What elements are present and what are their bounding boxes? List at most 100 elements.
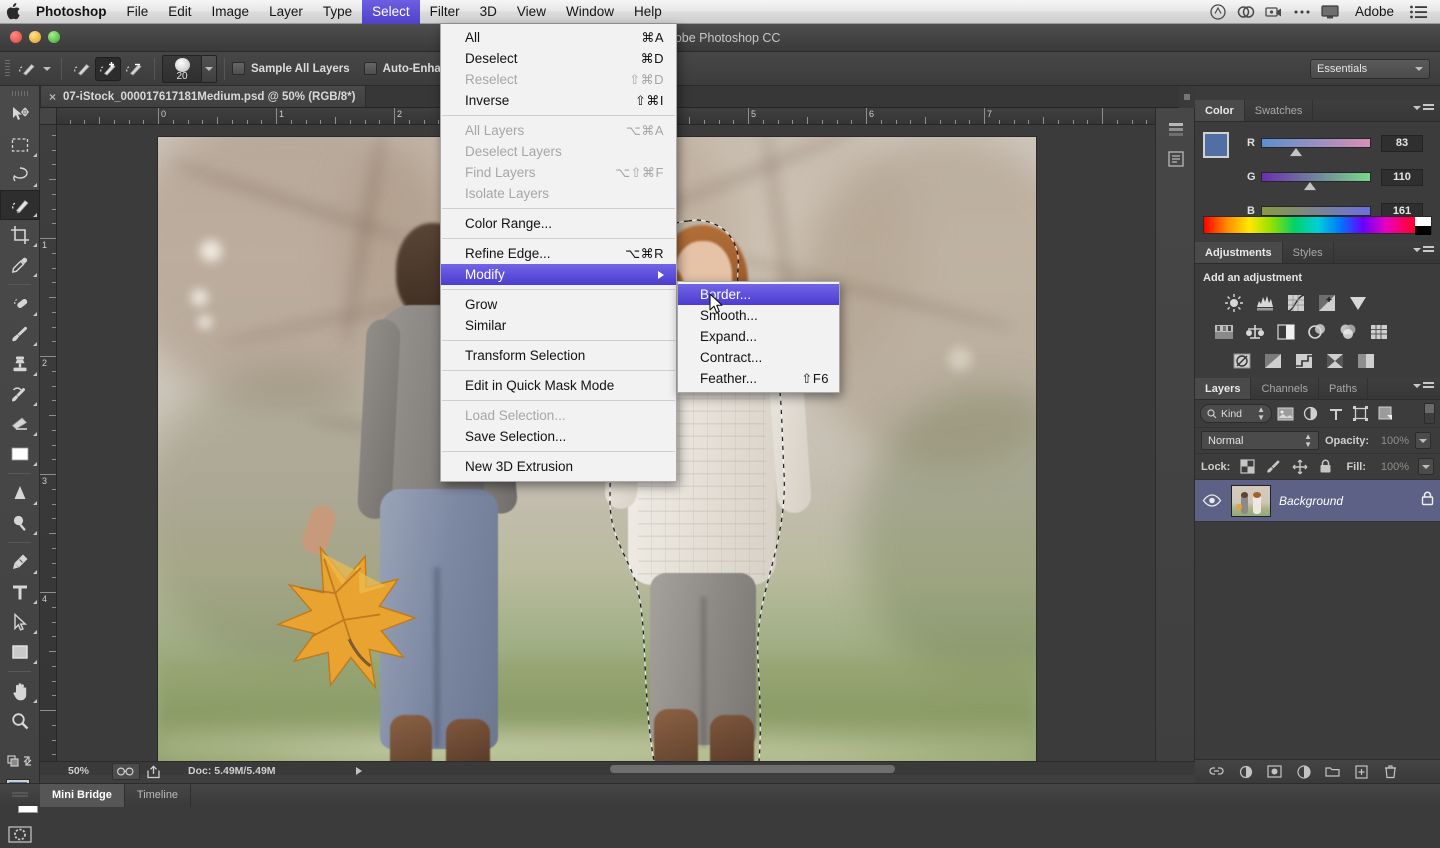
apple-logo-icon[interactable] [0, 0, 26, 24]
menu-photoshop[interactable]: Photoshop [26, 0, 117, 24]
menu-file[interactable]: File [117, 0, 159, 24]
tab-styles[interactable]: Styles [1283, 242, 1334, 263]
threshold-icon[interactable] [1293, 350, 1315, 372]
screen-record-icon[interactable] [1261, 0, 1287, 24]
layer-visibility-eye-icon[interactable] [1201, 490, 1223, 512]
submenu-item-smooth[interactable]: Smooth... [678, 305, 839, 326]
lock-position-icon[interactable] [1291, 458, 1308, 475]
selection-add-icon[interactable] [95, 57, 121, 81]
hand-tool[interactable] [0, 676, 40, 706]
tab-timeline[interactable]: Timeline [125, 784, 191, 807]
menu-3d[interactable]: 3D [470, 0, 507, 24]
close-icon[interactable]: × [49, 90, 56, 104]
zoom-tool[interactable] [0, 706, 40, 736]
adobe-menu-label[interactable]: Adobe [1345, 0, 1404, 24]
quick-mask-icon[interactable] [0, 820, 40, 848]
eraser-tool[interactable] [0, 409, 40, 439]
filter-adjustment-icon[interactable] [1299, 403, 1322, 424]
menu-layer[interactable]: Layer [259, 0, 313, 24]
rectangle-tool[interactable] [0, 637, 40, 667]
vertical-ruler[interactable]: 1234 [40, 125, 57, 761]
filter-enable-toggle[interactable] [1424, 403, 1435, 424]
lock-all-icon[interactable] [1317, 458, 1334, 475]
blend-mode-select[interactable]: Normal ▲▼ [1201, 431, 1319, 450]
blur-tool[interactable] [0, 478, 40, 508]
opacity-chevron-down-icon[interactable] [1415, 432, 1431, 449]
menu-select[interactable]: Select [362, 0, 420, 24]
menu-edit[interactable]: Edit [158, 0, 201, 24]
select-menu-dropdown[interactable]: All ⌘A Deselect ⌘D Reselect ⇧⌘D Inverse … [440, 24, 677, 482]
status-expand-arrow-icon[interactable] [356, 767, 362, 775]
channel-slider-g[interactable] [1261, 172, 1371, 182]
color-balance-icon[interactable] [1244, 321, 1266, 343]
new-group-icon[interactable] [1325, 764, 1340, 779]
creative-cloud-icon[interactable] [1233, 0, 1259, 24]
share-icon[interactable] [143, 763, 163, 780]
gradient-tool[interactable] [0, 439, 40, 469]
zoom-level-field[interactable]: 50% [68, 765, 89, 777]
link-layers-icon[interactable] [1209, 764, 1224, 779]
modify-submenu[interactable]: Border... Smooth... Expand... Contract..… [677, 281, 840, 393]
type-tool[interactable] [0, 577, 40, 607]
swap-colors-icon[interactable] [0, 746, 40, 776]
curves-icon[interactable] [1285, 292, 1307, 314]
submenu-item-border[interactable]: Border... [678, 284, 839, 305]
menu-type[interactable]: Type [313, 0, 362, 24]
menu-item-grow[interactable]: Grow [441, 294, 676, 315]
lasso-tool[interactable] [0, 160, 40, 190]
color-lookup-icon[interactable] [1368, 321, 1390, 343]
layer-mask-icon[interactable] [1267, 764, 1282, 779]
menu-item-new-3d-extrusion[interactable]: New 3D Extrusion [441, 456, 676, 477]
crop-tool[interactable] [0, 220, 40, 250]
adjustments-panel-menu-icon[interactable] [1413, 246, 1434, 254]
channel-value-r[interactable]: 83 [1381, 135, 1423, 152]
brightness-contrast-icon[interactable] [1223, 292, 1245, 314]
properties-rail-icon[interactable] [1156, 144, 1196, 174]
tab-color[interactable]: Color [1195, 100, 1245, 121]
tab-paths[interactable]: Paths [1319, 378, 1368, 399]
levels-icon[interactable] [1254, 292, 1276, 314]
submenu-item-feather[interactable]: Feather... ⇧F6 [678, 368, 839, 389]
dropbox-icon[interactable] [1205, 0, 1231, 24]
menu-window[interactable]: Window [556, 0, 624, 24]
menu-item-all[interactable]: All ⌘A [441, 27, 676, 48]
layer-name[interactable]: Background [1279, 494, 1343, 508]
quick-selection-preset-icon[interactable] [14, 57, 40, 81]
auto-enhance-checkbox[interactable] [364, 62, 377, 75]
eyedropper-tool[interactable] [0, 250, 40, 280]
spot-healing-brush-tool[interactable] [0, 289, 40, 319]
menu-item-similar[interactable]: Similar [441, 315, 676, 336]
rectangular-marquee-tool[interactable] [0, 130, 40, 160]
exposure-icon[interactable] [1316, 292, 1338, 314]
vibrance-icon[interactable] [1347, 292, 1369, 314]
quick-selection-tool[interactable] [0, 190, 40, 220]
document-tab[interactable]: × 07-iStock_000017617181Medium.psd @ 50%… [40, 85, 366, 107]
tab-swatches[interactable]: Swatches [1245, 100, 1314, 121]
filter-shape-icon[interactable] [1349, 403, 1372, 424]
fill-chevron-down-icon[interactable] [1418, 458, 1434, 475]
channel-slider-b[interactable] [1261, 206, 1371, 216]
pen-tool[interactable] [0, 547, 40, 577]
selection-subtract-icon[interactable] [121, 57, 147, 81]
filter-type-icon[interactable] [1324, 403, 1347, 424]
horizontal-scrollbar-thumb[interactable] [610, 765, 895, 773]
fill-value[interactable]: 100% [1375, 461, 1409, 473]
options-bar-grip[interactable] [0, 52, 14, 86]
minimize-window-button[interactable] [29, 31, 41, 43]
menu-item-deselect[interactable]: Deselect ⌘D [441, 48, 676, 69]
clone-stamp-tool[interactable] [0, 349, 40, 379]
filter-smart-icon[interactable] [1374, 403, 1397, 424]
layer-row-background[interactable]: Background [1195, 480, 1440, 522]
channel-thumb-g[interactable] [1304, 182, 1316, 190]
move-tool[interactable] [0, 100, 40, 130]
submenu-item-expand[interactable]: Expand... [678, 326, 839, 347]
ellipsis-icon[interactable] [1289, 0, 1315, 24]
history-rail-icon[interactable] [1156, 114, 1196, 144]
menu-help[interactable]: Help [624, 0, 672, 24]
brush-size-preview[interactable]: 20 [162, 55, 202, 83]
menu-item-refine-edge[interactable]: Refine Edge... ⌥⌘R [441, 243, 676, 264]
tab-channels[interactable]: Channels [1251, 378, 1318, 399]
tab-layers[interactable]: Layers [1195, 378, 1251, 399]
layers-panel-menu-icon[interactable] [1413, 382, 1434, 390]
channel-slider-r[interactable] [1261, 138, 1371, 148]
